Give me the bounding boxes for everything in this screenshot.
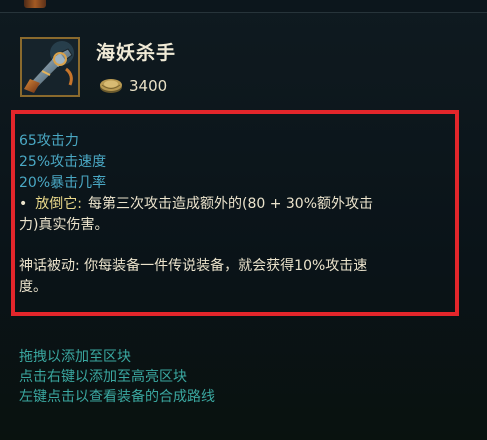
passive-text-line1: 每第三次攻击造成额外的(80 + 30%额外攻击 <box>87 196 374 212</box>
item-thumbnail-icon[interactable] <box>24 0 46 8</box>
mythic-passive-line1: 神话被动: 你每装备一件传说装备，就会获得10%攻击速 <box>19 258 368 274</box>
usage-hints: 拖拽以添加至区块 点击右键以添加至高亮区块 左键点击以查看装备的合成路线 <box>19 347 215 407</box>
passive-description: • 放倒它: 每第三次攻击造成额外的(80 + 30%额外攻击 <box>19 194 459 215</box>
hint-left-click: 左键点击以查看装备的合成路线 <box>19 389 215 405</box>
stat-crit-chance: 20%暴击几率 <box>19 175 107 191</box>
item-name: 海妖杀手 <box>96 42 177 64</box>
top-item-strip <box>0 0 487 13</box>
mythic-passive-line2: 度。 <box>19 279 47 295</box>
stat-attack-speed: 25%攻击速度 <box>19 154 107 170</box>
passive-name: 放倒它: <box>35 196 82 212</box>
hint-right-click: 点击右键以添加至高亮区块 <box>19 369 187 385</box>
kraken-slayer-icon[interactable] <box>20 37 80 97</box>
stat-attack-damage: 65攻击力 <box>19 133 79 149</box>
item-description: 65攻击力 25%攻击速度 20%暴击几率 • 放倒它: 每第三次攻击造成额外的(8… <box>19 131 459 298</box>
hint-drag: 拖拽以添加至区块 <box>19 349 131 365</box>
gold-coin-icon <box>98 76 124 98</box>
item-tooltip-panel: 海妖杀手 3400 65攻击力 25%攻击速度 20%暴击几率 • 放倒它: 每第三… <box>0 0 487 440</box>
item-cost: 3400 <box>129 77 168 95</box>
bullet-icon: • <box>19 196 28 212</box>
passive-text-line2: 力)真实伤害。 <box>19 217 109 233</box>
